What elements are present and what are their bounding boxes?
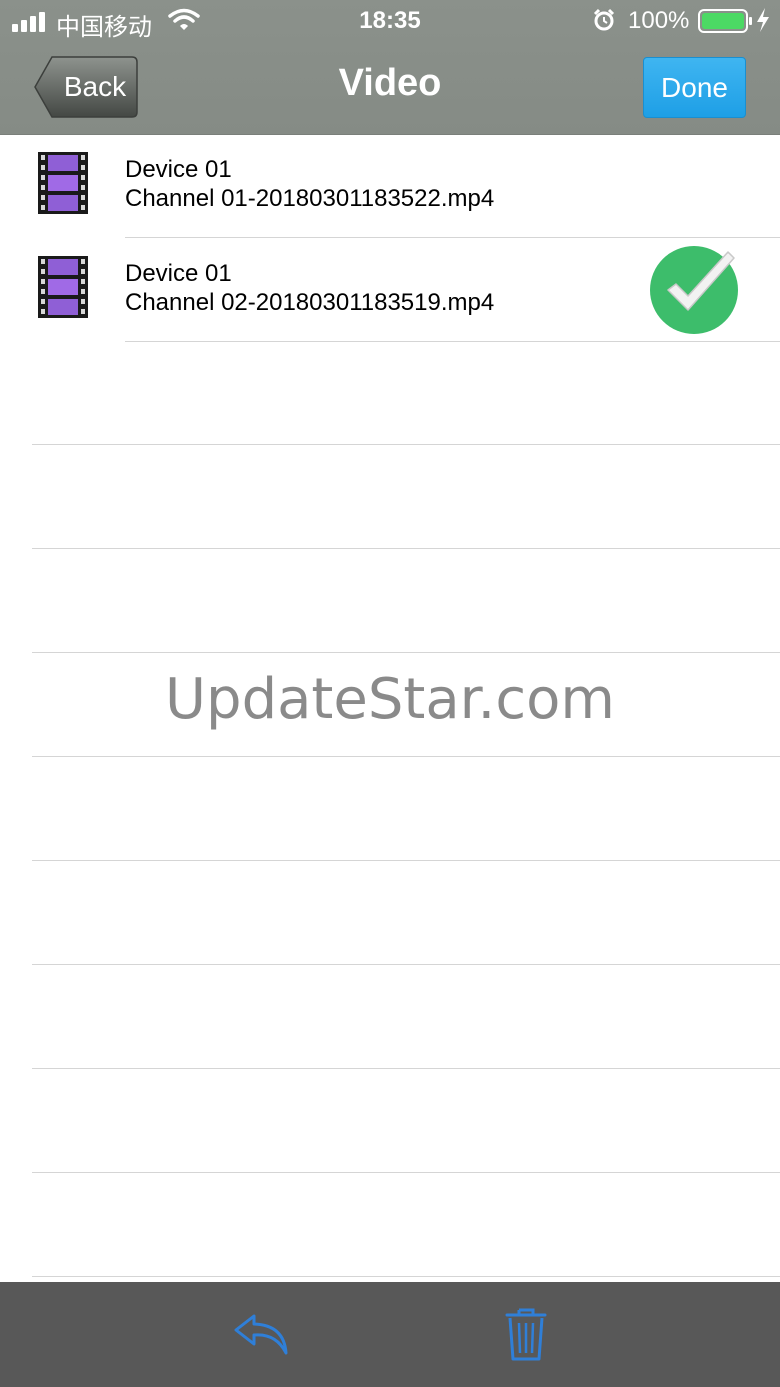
divider [32,1276,780,1277]
alarm-icon [592,8,616,39]
divider [32,1172,780,1173]
battery-icon [698,9,754,40]
divider [32,444,780,445]
top-bar: 中国移动 18:35 100% Back Video Done [0,0,780,135]
file-name: Channel 01-20180301183522.mp4 [125,185,495,212]
divider [32,652,780,653]
divider [32,548,780,549]
device-name: Device 01 [125,156,232,183]
device-name: Device 01 [125,260,232,287]
film-icon [38,152,88,219]
done-button[interactable]: Done [643,57,746,118]
battery-percent: 100% [628,7,690,34]
divider [32,860,780,861]
list-item[interactable]: Device 01 Channel 02-20180301183519.mp4 [0,238,780,342]
file-name: Channel 02-20180301183519.mp4 [125,289,495,316]
divider [32,964,780,965]
bottom-toolbar [0,1282,780,1387]
charging-icon [756,8,770,39]
status-bar: 中国移动 18:35 100% [0,0,780,42]
list-item[interactable]: Device 01 Channel 01-20180301183522.mp4 [0,134,780,238]
divider [32,756,780,757]
checkmark-icon[interactable] [646,244,742,341]
watermark: UpdateStar.com [165,667,615,732]
reply-icon[interactable] [232,1310,290,1361]
film-icon [38,256,88,323]
divider [32,1068,780,1069]
trash-icon[interactable] [505,1306,547,1367]
divider [125,341,780,342]
